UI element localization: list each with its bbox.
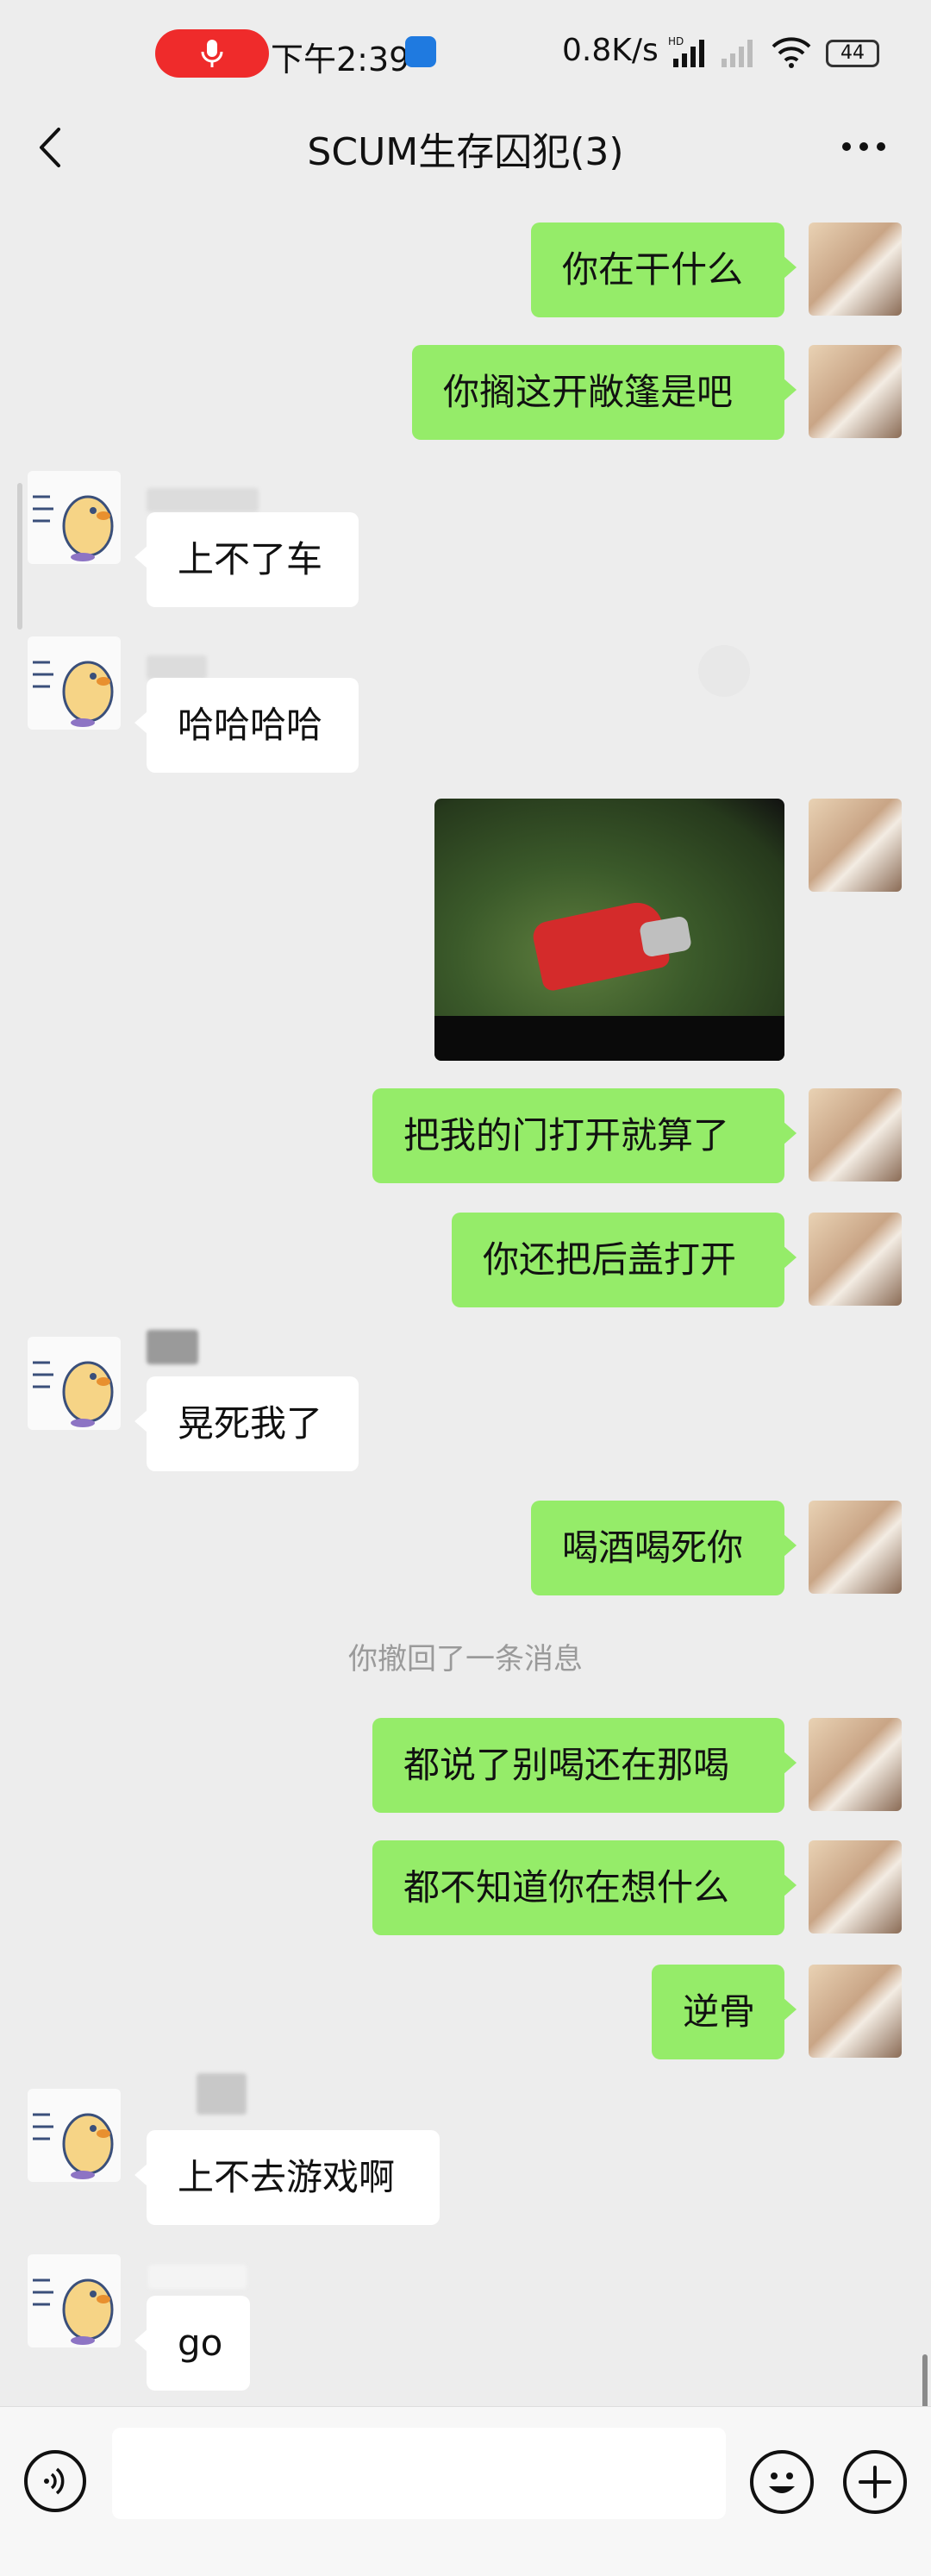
- avatar-self[interactable]: [809, 1718, 902, 1811]
- duck-avatar-icon: [33, 495, 114, 561]
- sender-name-hidden: [197, 2073, 247, 2115]
- message-bubble-self[interactable]: 把我的门打开就算了: [372, 1088, 797, 1183]
- sender-name-hidden: [147, 655, 207, 680]
- microphone-icon: [201, 40, 223, 67]
- car-hood-graphic: [638, 915, 693, 958]
- message-input[interactable]: [112, 2428, 726, 2519]
- status-time: 下午2:39: [271, 41, 410, 78]
- message-bubble-contact[interactable]: 晃死我了: [134, 1376, 359, 1471]
- input-bar: [0, 2406, 931, 2576]
- sender-name-hidden: [147, 488, 259, 512]
- app-notification-icon: [405, 36, 436, 67]
- status-bar: 下午2:39 0.8K/s HD 44: [0, 0, 931, 103]
- emoji-icon: [769, 2473, 795, 2493]
- signal-icon: [722, 40, 753, 67]
- message-bubble-self[interactable]: 喝酒喝死你: [531, 1501, 797, 1595]
- emoji-button[interactable]: [750, 2450, 814, 2514]
- network-speed: 0.8K/s: [562, 33, 659, 68]
- message-bubble-contact[interactable]: 上不了车: [134, 512, 359, 607]
- message-bubble-contact[interactable]: 上不去游戏啊: [134, 2130, 440, 2225]
- message-bubble-self[interactable]: 你搁这开敞篷是吧: [412, 345, 797, 440]
- avatar-self[interactable]: [809, 1501, 902, 1594]
- avatar-self[interactable]: [809, 1840, 902, 1934]
- more-dots-icon[interactable]: [838, 129, 890, 164]
- avatar-self[interactable]: [809, 345, 902, 438]
- recording-indicator[interactable]: [155, 29, 269, 78]
- avatar-contact[interactable]: [28, 2254, 121, 2347]
- chat-header: SCUM生存囚犯(3): [0, 103, 931, 190]
- voice-button[interactable]: [24, 2450, 86, 2512]
- avatar-contact[interactable]: [28, 2089, 121, 2182]
- message-bubble-self[interactable]: 逆骨: [652, 1965, 797, 2059]
- avatar-self[interactable]: [809, 799, 902, 892]
- wifi-icon: [772, 37, 811, 68]
- avatar-self[interactable]: [809, 1213, 902, 1306]
- plus-icon: [859, 2466, 891, 2498]
- message-bubble-contact[interactable]: go: [134, 2296, 250, 2391]
- hd-signal-icon: HD: [668, 35, 704, 67]
- sender-name-hidden: [147, 1330, 198, 1364]
- avatar-contact[interactable]: [28, 636, 121, 730]
- floating-circle: [698, 645, 750, 697]
- avatar-self[interactable]: [809, 223, 902, 316]
- sender-name-hidden: [148, 2265, 247, 2289]
- avatar-self[interactable]: [809, 1965, 902, 2058]
- chat-title: SCUM生存囚犯(3): [307, 130, 624, 174]
- recall-notice: 你撤回了一条消息: [348, 1642, 583, 1677]
- svg-text:HD: HD: [668, 35, 684, 47]
- message-bubble-self[interactable]: 都不知道你在想什么: [372, 1840, 797, 1935]
- message-bubble-contact[interactable]: 哈哈哈哈: [134, 678, 359, 773]
- image-bottom-strip: [434, 1016, 784, 1061]
- message-image[interactable]: [434, 799, 784, 1061]
- duck-avatar-icon: [33, 2278, 114, 2345]
- battery-level: 44: [840, 42, 865, 64]
- message-bubble-self[interactable]: 都说了别喝还在那喝: [372, 1718, 797, 1813]
- message-bubble-self[interactable]: 你还把后盖打开: [452, 1213, 797, 1307]
- message-bubble-self[interactable]: 你在干什么: [531, 223, 797, 317]
- avatar-contact[interactable]: [28, 471, 121, 564]
- duck-avatar-icon: [33, 2113, 114, 2179]
- scroll-indicator: [17, 483, 22, 630]
- battery-icon: 44: [826, 40, 879, 67]
- voice-icon: [44, 2467, 65, 2495]
- avatar-contact[interactable]: [28, 1337, 121, 1430]
- duck-avatar-icon: [33, 1361, 114, 1427]
- plus-button[interactable]: [843, 2450, 907, 2514]
- avatar-self[interactable]: [809, 1088, 902, 1181]
- duck-avatar-icon: [33, 661, 114, 727]
